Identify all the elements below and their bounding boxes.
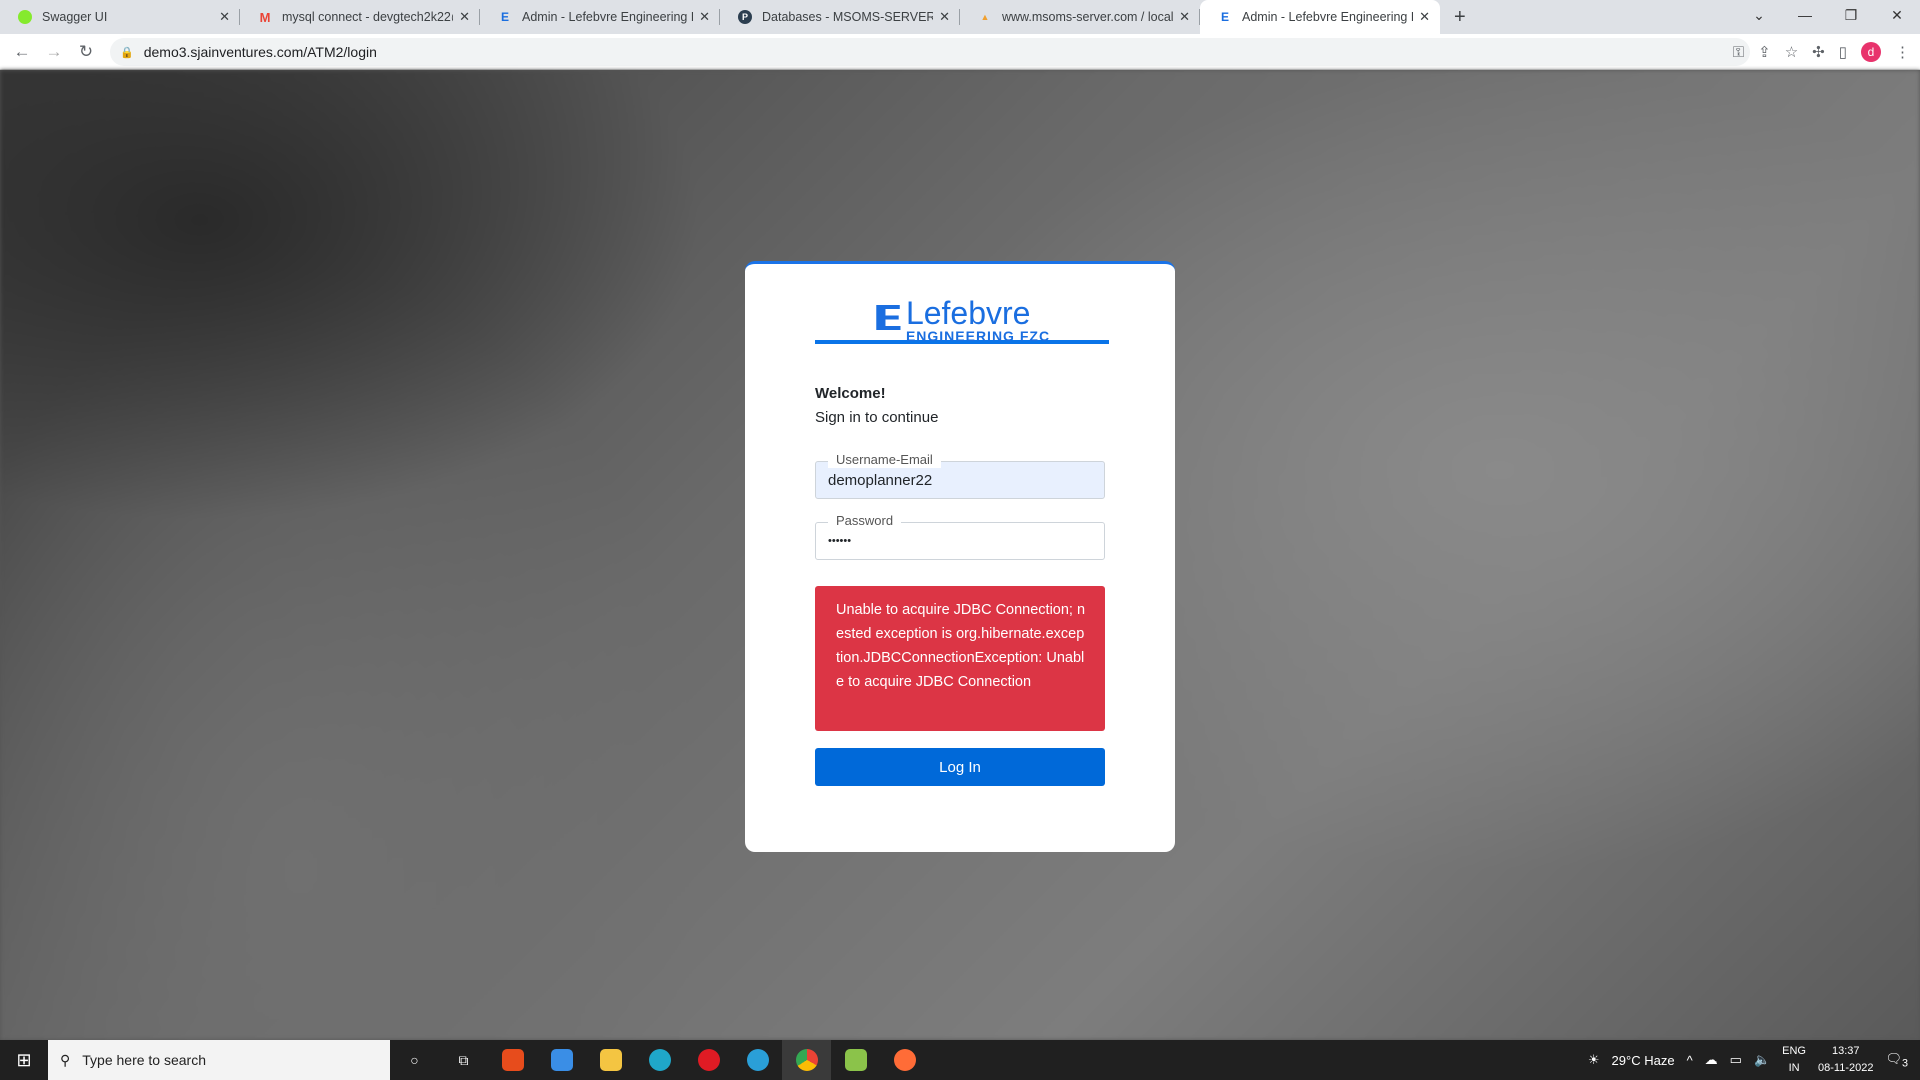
tab-swagger[interactable]: Swagger UI ✕: [0, 0, 240, 34]
reload-icon[interactable]: ↻: [70, 42, 102, 62]
tab-admin-1[interactable]: E Admin - Lefebvre Engineering FZ ✕: [480, 0, 720, 34]
volume-icon[interactable]: 🔈: [1754, 1052, 1770, 1068]
lefebvre-icon: E: [500, 10, 509, 24]
close-icon[interactable]: ✕: [1419, 9, 1430, 25]
password-field[interactable]: Password ••••••: [815, 513, 1105, 560]
new-tab-button[interactable]: +: [1454, 0, 1466, 34]
opera-icon[interactable]: [684, 1040, 733, 1080]
tab-phpmyadmin[interactable]: ▲ www.msoms-server.com / localh ✕: [960, 0, 1200, 34]
logo-mark-icon: IE: [873, 297, 902, 338]
login-card: IE Lefebvre ENGINEERING FZC Welcome! Sign…: [745, 261, 1175, 852]
weather-icon: ☀: [1587, 1052, 1600, 1067]
key-icon[interactable]: ⚿: [1733, 44, 1744, 61]
lock-icon: 🔒: [120, 46, 134, 59]
share-icon[interactable]: ⇪: [1758, 43, 1771, 61]
error-alert: Unable to acquire JDBC Connection; neste…: [815, 586, 1105, 731]
signin-subtitle: Sign in to continue: [815, 409, 939, 426]
back-icon[interactable]: ←: [6, 42, 38, 62]
office-icon[interactable]: [488, 1040, 537, 1080]
chrome-icon[interactable]: [782, 1040, 831, 1080]
tab-search-icon[interactable]: ⌄: [1736, 0, 1782, 30]
taskbar-search[interactable]: ⚲ Type here to search: [48, 1040, 390, 1080]
restore-button[interactable]: ❐: [1828, 0, 1874, 30]
menu-icon[interactable]: ⋮: [1895, 43, 1910, 61]
lefebvre-icon: E: [1220, 10, 1229, 24]
tab-gmail[interactable]: Mmysql connect - devgtech2k22@ ✕: [240, 0, 480, 34]
url-input[interactable]: 🔒 demo3.sjainventures.com/ATM2/login: [110, 38, 1750, 66]
file-explorer-icon[interactable]: [586, 1040, 635, 1080]
gmail-icon: M: [259, 9, 271, 25]
close-icon[interactable]: ✕: [219, 9, 230, 25]
swagger-icon: [18, 10, 32, 24]
chevron-up-icon[interactable]: ^: [1687, 1053, 1693, 1068]
plesk-icon: P: [738, 10, 752, 24]
forward-icon[interactable]: →: [38, 42, 70, 62]
taskbar: ⊞ ⚲ Type here to search ○ ⧉ ☀ 29°C Haze ^…: [0, 1040, 1920, 1080]
login-button[interactable]: Log In: [815, 748, 1105, 786]
language-indicator[interactable]: ENG IN: [1782, 1043, 1806, 1077]
username-email-field[interactable]: Username-Email demoplanner22: [815, 452, 1105, 499]
postman-icon[interactable]: [880, 1040, 929, 1080]
side-panel-icon[interactable]: ▯: [1839, 43, 1847, 61]
search-icon: ⚲: [60, 1051, 71, 1068]
address-bar: ← → ↻ 🔒 demo3.sjainventures.com/ATM2/logi…: [0, 34, 1920, 70]
star-icon[interactable]: ☆: [1785, 43, 1798, 61]
close-icon[interactable]: ✕: [1179, 9, 1190, 25]
tab-bar: Swagger UI ✕ Mmysql connect - devgtech2k2…: [0, 0, 1920, 34]
close-window-button[interactable]: ✕: [1874, 0, 1920, 30]
close-icon[interactable]: ✕: [699, 9, 710, 25]
close-icon[interactable]: ✕: [939, 9, 950, 25]
company-logo: IE Lefebvre ENGINEERING FZC: [815, 296, 1109, 344]
cortana-icon[interactable]: ○: [390, 1040, 439, 1080]
store-icon[interactable]: [537, 1040, 586, 1080]
windows-start-icon[interactable]: ⊞: [0, 1050, 48, 1071]
notification-icon[interactable]: 🗨3: [1885, 1051, 1908, 1070]
clock[interactable]: 13:37 08-11-2022: [1818, 1043, 1873, 1077]
phpmyadmin-icon: ▲: [980, 12, 990, 22]
telegram-icon[interactable]: [733, 1040, 782, 1080]
weather-text[interactable]: 29°C Haze: [1612, 1053, 1675, 1068]
notepad-icon[interactable]: [831, 1040, 880, 1080]
minimize-button[interactable]: —: [1782, 0, 1828, 30]
cloud-icon[interactable]: ☁: [1705, 1052, 1718, 1068]
extensions-icon[interactable]: ✣: [1812, 43, 1825, 61]
tab-admin-active[interactable]: E Admin - Lefebvre Engineering FZ ✕: [1200, 0, 1440, 34]
welcome-heading: Welcome!: [815, 385, 886, 402]
network-icon[interactable]: ▭: [1730, 1052, 1742, 1068]
tab-databases[interactable]: P Databases - MSOMS-SERVER ✕: [720, 0, 960, 34]
task-view-icon[interactable]: ⧉: [439, 1040, 488, 1080]
close-icon[interactable]: ✕: [459, 9, 470, 25]
profile-avatar[interactable]: d: [1861, 42, 1881, 62]
edge-icon[interactable]: [635, 1040, 684, 1080]
